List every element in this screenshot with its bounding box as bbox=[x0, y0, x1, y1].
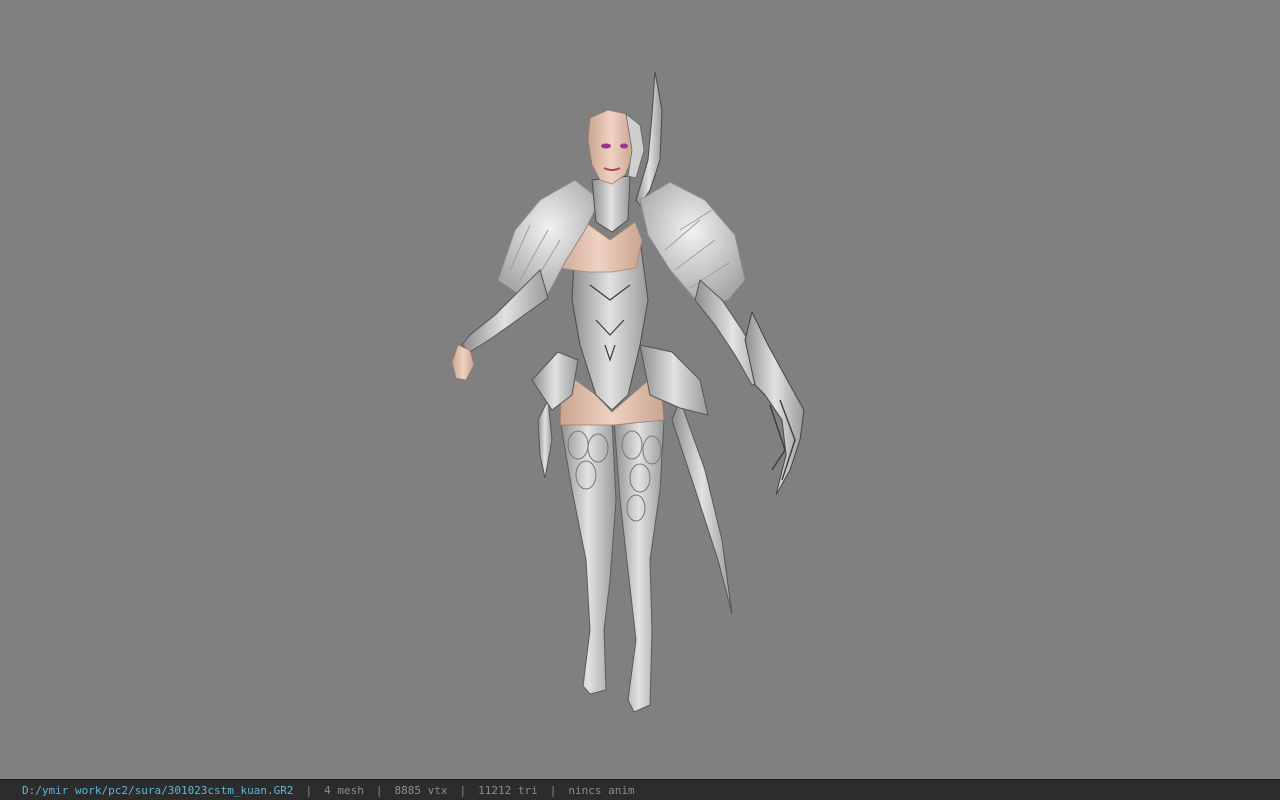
separator: | bbox=[375, 783, 383, 797]
separator: | bbox=[549, 783, 557, 797]
3d-viewport[interactable] bbox=[0, 0, 1280, 779]
right-claw bbox=[744, 310, 805, 496]
triangle-count: 11212 tri bbox=[478, 783, 538, 797]
eye bbox=[601, 143, 611, 149]
skirt-blade-right bbox=[671, 398, 733, 615]
animation-status: nincs anim bbox=[568, 783, 635, 797]
neck-armor bbox=[591, 175, 631, 233]
mesh-count: 4 mesh bbox=[324, 783, 364, 797]
vertex-count: 8885 vtx bbox=[394, 783, 448, 797]
separator: | bbox=[459, 783, 467, 797]
status-bar: D:/ymir work/pc2/sura/301023cstm_kuan.GR… bbox=[0, 779, 1280, 800]
skirt-blade-left bbox=[537, 398, 553, 479]
character-model-icon bbox=[451, 71, 805, 713]
file-path: D:/ymir work/pc2/sura/301023cstm_kuan.GR… bbox=[22, 783, 294, 797]
eye-2 bbox=[620, 143, 628, 149]
separator: | bbox=[305, 783, 313, 797]
